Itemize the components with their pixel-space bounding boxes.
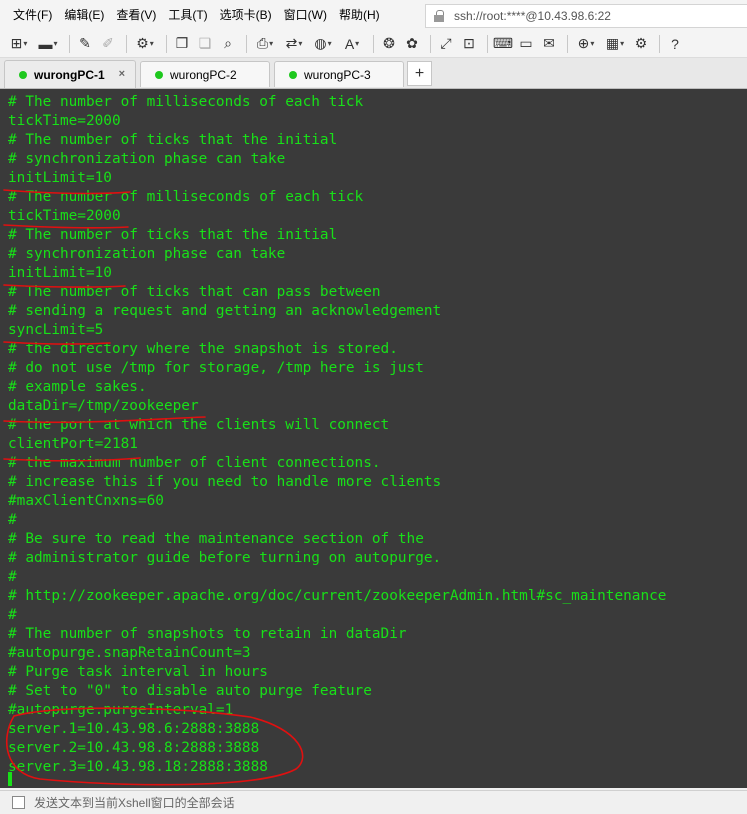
terminal-line: # increase this if you need to handle mo… bbox=[8, 474, 442, 490]
connected-dot-icon bbox=[19, 70, 27, 79]
terminal-line: # the maximum number of client connectio… bbox=[8, 455, 381, 471]
font-icon[interactable]: A bbox=[339, 34, 365, 54]
terminal-line: server.2=10.43.98.8:2888:3888 bbox=[8, 740, 260, 756]
tab-bar: wurongPC-1 × wurongPC-2 wurongPC-3 + bbox=[0, 58, 747, 89]
help-icon[interactable]: ? bbox=[665, 34, 685, 54]
menu-file[interactable]: 文件(F) bbox=[7, 0, 58, 30]
status-text: 发送文本到当前Xshell窗口的全部会话 bbox=[34, 796, 235, 810]
toolbar-separator bbox=[246, 34, 247, 53]
terminal-line: # http://zookeeper.apache.org/doc/curren… bbox=[8, 588, 667, 604]
toolbar-separator bbox=[430, 34, 431, 53]
toolbar-separator bbox=[487, 34, 488, 53]
transfer-icon[interactable]: ⇄ bbox=[281, 34, 307, 54]
terminal-line: # administrator guide before turning on … bbox=[8, 550, 442, 566]
toolbar-separator bbox=[126, 34, 127, 53]
tab-wurongpc-1[interactable]: wurongPC-1 × bbox=[4, 60, 136, 88]
terminal-line: # bbox=[8, 569, 17, 585]
lock-icon[interactable]: ⊡ bbox=[459, 34, 479, 54]
status-bar: 发送文本到当前Xshell窗口的全部会话 bbox=[0, 790, 747, 814]
settings-icon[interactable]: ⚙ bbox=[631, 34, 651, 54]
terminal-line: # The number of snapshots to retain in d… bbox=[8, 626, 407, 642]
send-to-all-checkbox[interactable] bbox=[12, 796, 25, 809]
menu-window[interactable]: 窗口(W) bbox=[278, 0, 333, 30]
add-icon[interactable]: ⊕ bbox=[573, 34, 599, 54]
terminal-line: # synchronization phase can take bbox=[8, 151, 286, 167]
close-tab-icon[interactable]: × bbox=[119, 68, 125, 80]
tab-label: wurongPC-1 bbox=[34, 67, 105, 82]
terminal-line: #autopurge.purgeInterval=1 bbox=[8, 702, 234, 718]
terminal-line: server.3=10.43.98.18:2888:3888 bbox=[8, 759, 268, 775]
properties-icon[interactable]: ⚙ bbox=[132, 34, 158, 54]
terminal-line: server.1=10.43.98.6:2888:3888 bbox=[8, 721, 260, 737]
terminal-line: # example sakes. bbox=[8, 379, 147, 395]
tab-wurongpc-2[interactable]: wurongPC-2 bbox=[140, 61, 270, 87]
terminal-line: # Set to "0" to disable auto purge featu… bbox=[8, 683, 372, 699]
new-session-icon[interactable]: ⊞ bbox=[6, 34, 32, 54]
menu-tools[interactable]: 工具(T) bbox=[162, 0, 213, 30]
terminal-line: #maxClientCnxns=60 bbox=[8, 493, 164, 509]
toolbar-separator bbox=[567, 34, 568, 53]
address-bar[interactable]: ssh://root:****@10.43.98.6:22 bbox=[425, 4, 747, 28]
tab-label: wurongPC-3 bbox=[304, 67, 371, 82]
pen-icon[interactable]: ✐ bbox=[98, 34, 118, 54]
connected-dot-icon bbox=[155, 70, 163, 79]
terminal-line: # Be sure to read the maintenance sectio… bbox=[8, 531, 424, 547]
menu-edit[interactable]: 编辑(E) bbox=[58, 0, 110, 30]
find-icon[interactable]: ⌕ bbox=[218, 34, 238, 54]
copy-icon[interactable]: ❐ bbox=[172, 34, 192, 54]
terminal-line: #autopurge.snapRetainCount=3 bbox=[8, 645, 251, 661]
address-text: ssh://root:****@10.43.98.6:22 bbox=[454, 9, 611, 23]
toolbar: ⊞ ▬ ✎ ✐ ⚙ ❐ ❏ ⌕ ⎙ ⇄ ◍ A ❂ ✿ ⤢ ⊡ ⌨ ▭ ✉ ⊕ … bbox=[0, 30, 747, 58]
terminal-line: tickTime=2000 bbox=[8, 113, 121, 129]
terminal-line: # do not use /tmp for storage, /tmp here… bbox=[8, 360, 424, 376]
script-icon[interactable]: ▭ bbox=[516, 34, 536, 54]
terminal-line: # The number of ticks that can pass betw… bbox=[8, 284, 381, 300]
paste-icon[interactable]: ❏ bbox=[195, 34, 215, 54]
terminal-line: # sending a request and getting an ackno… bbox=[8, 303, 442, 319]
toolbar-separator bbox=[69, 34, 70, 53]
terminal-line: # Purge task interval in hours bbox=[8, 664, 268, 680]
open-folder-icon[interactable]: ▬ bbox=[35, 34, 61, 54]
globe-icon[interactable]: ◍ bbox=[310, 34, 336, 54]
terminal-line: clientPort=2181 bbox=[8, 436, 138, 452]
edit-icon[interactable]: ✎ bbox=[75, 34, 95, 54]
terminal-line: # the port at which the clients will con… bbox=[8, 417, 390, 433]
terminal-line: initLimit=10 bbox=[8, 170, 112, 186]
keyboard-icon[interactable]: ⌨ bbox=[493, 34, 513, 54]
terminal-line: # bbox=[8, 512, 17, 528]
terminal-line: initLimit=10 bbox=[8, 265, 112, 281]
menu-help[interactable]: 帮助(H) bbox=[333, 0, 386, 30]
terminal-line: # The number of ticks that the initial bbox=[8, 227, 338, 243]
toolbar-separator bbox=[166, 34, 167, 53]
tab-label: wurongPC-2 bbox=[170, 67, 237, 82]
toolbar-separator bbox=[659, 34, 660, 53]
terminal-line: # The number of milliseconds of each tic… bbox=[8, 94, 364, 110]
terminal-line: tickTime=2000 bbox=[8, 208, 121, 224]
fullscreen-icon[interactable]: ⤢ bbox=[436, 34, 456, 54]
terminal-line: # synchronization phase can take bbox=[8, 246, 286, 262]
layout-icon[interactable]: ▦ bbox=[602, 34, 628, 54]
menu-tabs[interactable]: 选项卡(B) bbox=[214, 0, 278, 30]
tab-wurongpc-3[interactable]: wurongPC-3 bbox=[274, 61, 404, 87]
terminal-output[interactable]: server.3=10.43.98.18:2888:3888 server.2=1… bbox=[0, 89, 747, 788]
terminal-line: # the directory where the snapshot is st… bbox=[8, 341, 398, 357]
toolbar-separator bbox=[373, 34, 374, 53]
new-tab-button[interactable]: + bbox=[407, 61, 432, 86]
terminal-line: # bbox=[8, 607, 17, 623]
terminal-cursor bbox=[8, 772, 12, 786]
menu-view[interactable]: 查看(V) bbox=[110, 0, 162, 30]
connected-dot-icon bbox=[289, 70, 297, 79]
compose-icon[interactable]: ✉ bbox=[539, 34, 559, 54]
lock-icon bbox=[434, 10, 444, 22]
xmanager-icon[interactable]: ✿ bbox=[402, 34, 422, 54]
terminal-line: dataDir=/tmp/zookeeper bbox=[8, 398, 199, 414]
terminal-line: # The number of milliseconds of each tic… bbox=[8, 189, 364, 205]
terminal-line: syncLimit=5 bbox=[8, 322, 104, 338]
terminal-line: # The number of ticks that the initial bbox=[8, 132, 338, 148]
print-icon[interactable]: ⎙ bbox=[252, 34, 278, 54]
xftp-icon[interactable]: ❂ bbox=[379, 34, 399, 54]
